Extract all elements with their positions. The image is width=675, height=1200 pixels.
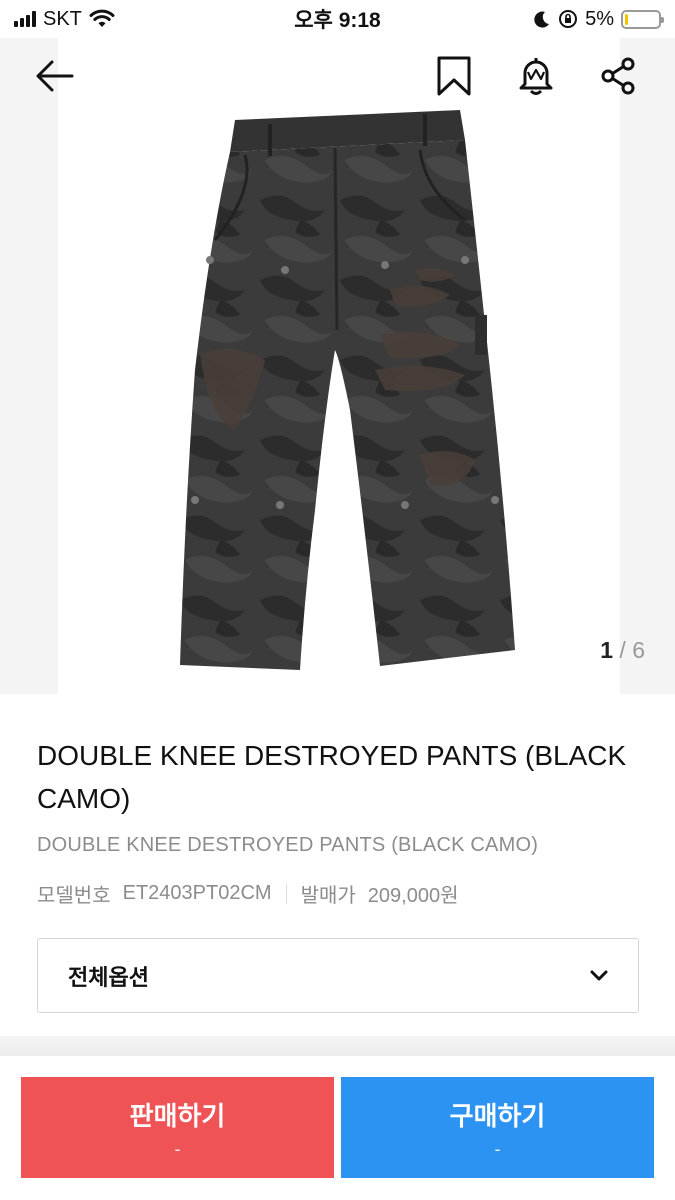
image-counter-total: 6 bbox=[632, 637, 645, 663]
sell-button-price: - bbox=[174, 1138, 181, 1159]
buy-button-label: 구매하기 bbox=[449, 1100, 546, 1131]
chevron-down-icon bbox=[590, 970, 608, 980]
buy-button-price: - bbox=[494, 1138, 501, 1159]
sell-button[interactable]: 판매하기 - bbox=[21, 1077, 334, 1178]
alarm-bell-icon bbox=[519, 58, 553, 95]
model-number-label: 모델번호 bbox=[37, 885, 111, 907]
product-image-gallery[interactable]: 1 / 6 bbox=[0, 38, 675, 694]
option-select[interactable]: 전체옵션 bbox=[37, 938, 639, 1013]
product-title: DOUBLE KNEE DESTROYED PANTS (BLACK CAMO) bbox=[37, 740, 627, 814]
signal-bars-icon bbox=[14, 11, 36, 27]
back-button[interactable] bbox=[34, 56, 74, 96]
product-meta: 모델번호 ET2403PT02CM 발매가 209,000원 bbox=[37, 879, 638, 908]
image-counter: 1 / 6 bbox=[600, 637, 645, 664]
orientation-lock-icon bbox=[559, 10, 578, 28]
carrier-label: SKT bbox=[43, 7, 82, 30]
buy-button[interactable]: 구매하기 - bbox=[341, 1077, 654, 1178]
status-bar: SKT 오후 9:18 5% bbox=[0, 0, 675, 38]
battery-percent: 5% bbox=[585, 7, 614, 30]
share-button[interactable] bbox=[598, 56, 638, 96]
option-select-label: 전체옵션 bbox=[68, 964, 149, 990]
bookmark-icon bbox=[437, 56, 471, 96]
release-price-label: 발매가 bbox=[300, 885, 356, 907]
image-counter-current: 1 bbox=[600, 637, 614, 663]
image-counter-separator: / bbox=[613, 637, 633, 663]
status-right: 5% bbox=[533, 7, 664, 31]
wifi-icon bbox=[89, 9, 115, 27]
alarm-button[interactable] bbox=[516, 56, 556, 96]
top-nav-bar bbox=[0, 38, 675, 114]
sell-button-label: 판매하기 bbox=[129, 1100, 226, 1131]
meta-divider bbox=[285, 883, 287, 904]
bookmark-button[interactable] bbox=[434, 56, 474, 96]
battery-level bbox=[625, 13, 628, 25]
release-price-value: 209,000원 bbox=[367, 885, 459, 907]
back-arrow-icon bbox=[36, 60, 74, 92]
moon-icon bbox=[534, 11, 550, 28]
product-subtitle: DOUBLE KNEE DESTROYED PANTS (BLACK CAMO) bbox=[37, 834, 539, 856]
model-number-value: ET2403PT02CM bbox=[122, 882, 272, 904]
battery-icon bbox=[621, 9, 664, 29]
product-info: DOUBLE KNEE DESTROYED PANTS (BLACK CAMO)… bbox=[0, 694, 675, 1036]
bottom-action-bar: 판매하기 - 구매하기 - bbox=[0, 1056, 675, 1200]
section-divider bbox=[0, 1036, 675, 1056]
share-icon bbox=[601, 57, 635, 95]
product-image-pants bbox=[180, 110, 515, 670]
status-left: SKT bbox=[14, 8, 115, 31]
